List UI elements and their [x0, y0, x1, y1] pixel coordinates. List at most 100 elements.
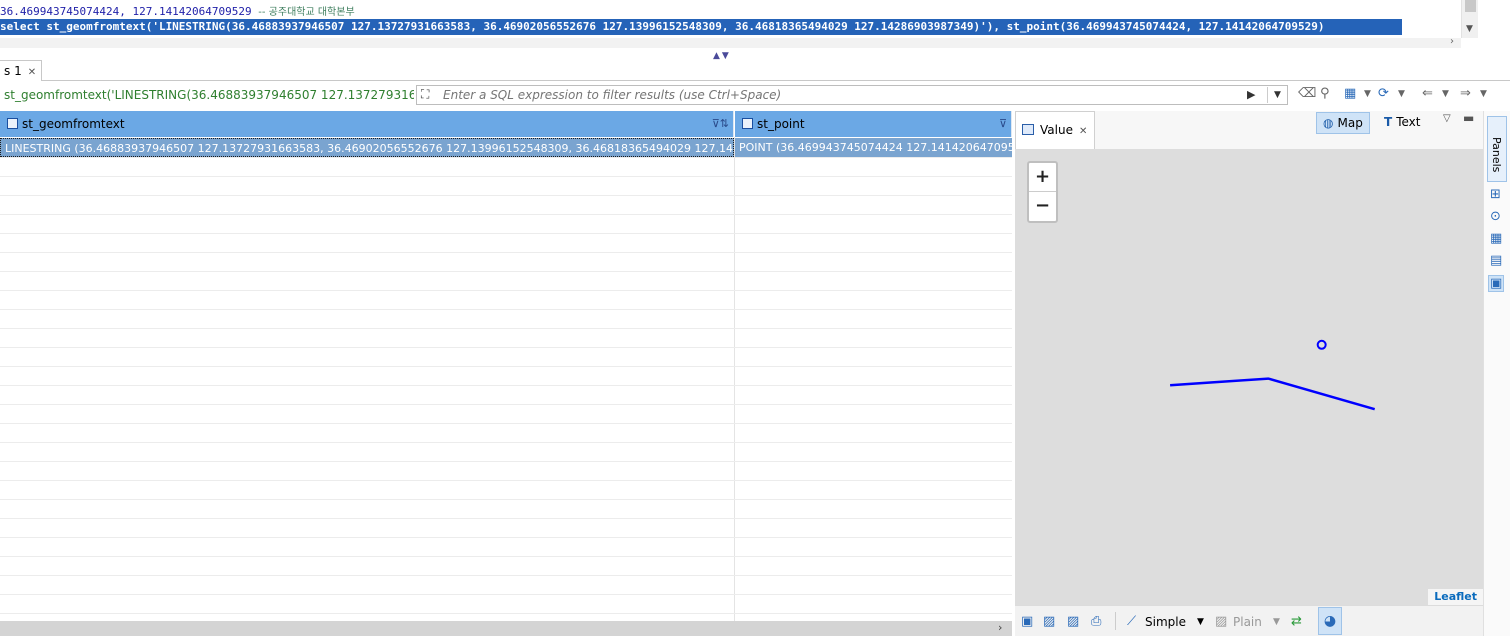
table-cell[interactable]: LINESTRING (36.46883937946507 127.137279…: [0, 138, 734, 157]
tab-results[interactable]: s 1 ✕: [0, 60, 42, 81]
grid-row-line: [0, 328, 1012, 329]
eraser-icon[interactable]: ⌫: [1298, 86, 1316, 101]
column-type-icon: [742, 118, 753, 129]
grid-row-line: [0, 290, 1012, 291]
chevron-right-icon[interactable]: ›: [1450, 36, 1454, 47]
save-filter-icon[interactable]: ▦: [1344, 86, 1356, 101]
grid-row-line: [0, 347, 1012, 348]
grid-icon[interactable]: ▦: [1490, 231, 1502, 246]
chevron-down-icon[interactable]: ▼: [1480, 89, 1487, 99]
chevron-down-icon[interactable]: ▼: [1398, 89, 1405, 99]
editor-vertical-scrollbar[interactable]: ▼: [1461, 0, 1478, 38]
simple-mode-label[interactable]: Simple: [1145, 615, 1186, 629]
column-header-st-point[interactable]: st_point ⊽: [735, 111, 1012, 137]
value-panel-toolbar: ▣ ▨ ▨ ⎙ ⟋ Simple ▼ ▨ Plain ▼ ⇄ ◕: [1015, 605, 1483, 636]
grid-row-line: [0, 214, 1012, 215]
zoom-in-button[interactable]: +: [1029, 163, 1056, 192]
filter-history-dropdown-icon[interactable]: ▼: [1267, 87, 1287, 103]
text-view-button[interactable]: T Text: [1378, 112, 1426, 134]
panels-strip: Panels ⊞ ⊙ ▦ ▤ ▣: [1483, 111, 1510, 636]
plain-mode-label[interactable]: Plain: [1233, 615, 1262, 629]
tab-results-label: s 1: [4, 64, 22, 78]
grid-row-line: [0, 575, 1012, 576]
column-divider: [734, 137, 735, 621]
back-arrow-icon[interactable]: ⇐: [1422, 86, 1433, 101]
palette-icon[interactable]: ◕: [1318, 607, 1342, 635]
editor-line-1-comment: -- 공주대학교 대학본부: [258, 7, 355, 18]
editor-scroll-thumb[interactable]: [1465, 0, 1476, 12]
text-view-label: Text: [1396, 115, 1421, 129]
text-icon: T: [1384, 115, 1393, 129]
globe-icon: ◍: [1323, 116, 1334, 130]
calc-icon[interactable]: ▤: [1490, 253, 1502, 268]
expand-icon[interactable]: ⛶: [421, 87, 429, 102]
zoom-control: + −: [1027, 161, 1058, 223]
table-cell[interactable]: POINT (36.469943745074424 127.1414206470…: [735, 138, 1012, 157]
editor-horizontal-scrollbar[interactable]: ›: [0, 36, 1461, 48]
image-export-icon[interactable]: ▨: [1067, 614, 1079, 629]
editor-line-1[interactable]: 36.469943745074424, 127.14142064709529 -…: [0, 4, 355, 20]
print-icon[interactable]: ⎙: [1091, 614, 1101, 629]
grid-row-line: [0, 195, 1012, 196]
toolbar-separator: [1115, 612, 1116, 630]
grid-row-line: [0, 404, 1012, 405]
grid-row-line: [0, 366, 1012, 367]
column-header-label: st_point: [757, 117, 805, 131]
grid-row-line: [0, 442, 1012, 443]
metadata-icon[interactable]: ⊞: [1490, 187, 1501, 202]
value-panel: Value ✕ ◍ Map T Text ▽ ▬ + − Leaflet ▣ ▨ ▨ …: [1015, 111, 1483, 636]
column-header-st-geomfromtext[interactable]: st_geomfromtext ⊽⇅: [0, 111, 734, 137]
zoom-out-button[interactable]: −: [1029, 192, 1056, 221]
grid-row-line: [0, 556, 1012, 557]
chart-icon[interactable]: ⟋: [1127, 614, 1136, 629]
refresh-icon[interactable]: ⟳: [1378, 86, 1389, 101]
grid-row-line: [0, 233, 1012, 234]
image-icon[interactable]: ▨: [1043, 614, 1055, 629]
chevron-down-icon[interactable]: ▼: [1197, 617, 1204, 627]
chevron-down-icon[interactable]: ▼: [1273, 617, 1280, 627]
forward-arrow-icon[interactable]: ⇒: [1460, 86, 1471, 101]
chevron-down-icon[interactable]: ▼: [1466, 24, 1473, 34]
apply-filter-icon[interactable]: ▶: [1247, 88, 1255, 101]
add-map-icon[interactable]: ▣: [1021, 614, 1033, 629]
editor-line-2-selected[interactable]: select st_geomfromtext('LINESTRING(36.46…: [0, 19, 1402, 35]
sort-filter-icon[interactable]: ⊽: [999, 111, 1007, 137]
panels-button[interactable]: Panels: [1487, 116, 1507, 182]
map-view[interactable]: + − Leaflet: [1015, 149, 1483, 605]
query-text: st_geomfromtext('LINESTRING(36.468839379…: [4, 88, 414, 102]
filter-box: ⛶ ▶ ▼: [416, 85, 1288, 105]
results-tabbar: s 1 ✕: [0, 60, 1510, 81]
grid-row-line: [0, 518, 1012, 519]
tab-value[interactable]: Value ✕: [1015, 111, 1095, 149]
point-geometry[interactable]: [1316, 339, 1327, 350]
close-icon[interactable]: ✕: [1079, 126, 1087, 137]
value-viewer-icon[interactable]: ▣: [1488, 275, 1505, 292]
filter-icon[interactable]: ⚲: [1320, 86, 1330, 101]
swap-icon[interactable]: ⇄: [1291, 614, 1302, 629]
view-menu-icon[interactable]: ▽: [1443, 113, 1451, 124]
sql-editor[interactable]: 36.469943745074424, 127.14142064709529 -…: [0, 0, 1510, 48]
close-icon[interactable]: ✕: [28, 67, 36, 78]
grid-horizontal-scrollbar[interactable]: ›: [0, 621, 1012, 636]
grouping-icon[interactable]: ⊙: [1490, 209, 1501, 224]
editor-line-1-code: 36.469943745074424, 127.14142064709529: [0, 5, 259, 18]
chevron-down-icon[interactable]: ▼: [1364, 89, 1371, 99]
filter-bar: st_geomfromtext('LINESTRING(36.468839379…: [0, 83, 1510, 107]
grid-row-line: [0, 157, 1012, 158]
grid-row-line: [0, 423, 1012, 424]
minimize-icon[interactable]: ▬: [1463, 111, 1474, 125]
grid-row-line: [0, 499, 1012, 500]
map-view-label: Map: [1337, 116, 1363, 130]
grid-row-line: [0, 385, 1012, 386]
sort-filter-icon[interactable]: ⊽⇅: [712, 111, 729, 137]
linestring-geometry[interactable]: [1170, 377, 1376, 411]
map-view-button[interactable]: ◍ Map: [1316, 112, 1370, 134]
chevron-right-icon[interactable]: ›: [998, 621, 1002, 634]
grid-row-line: [0, 252, 1012, 253]
tab-value-label: Value: [1040, 123, 1073, 137]
chevron-down-icon[interactable]: ▼: [1442, 89, 1449, 99]
filter-input[interactable]: [443, 87, 1243, 103]
leaflet-attribution-link[interactable]: Leaflet: [1428, 589, 1483, 605]
image-icon[interactable]: ▨: [1215, 614, 1227, 629]
results-grid[interactable]: st_geomfromtext ⊽⇅ st_point ⊽ LINESTRING…: [0, 111, 1012, 621]
